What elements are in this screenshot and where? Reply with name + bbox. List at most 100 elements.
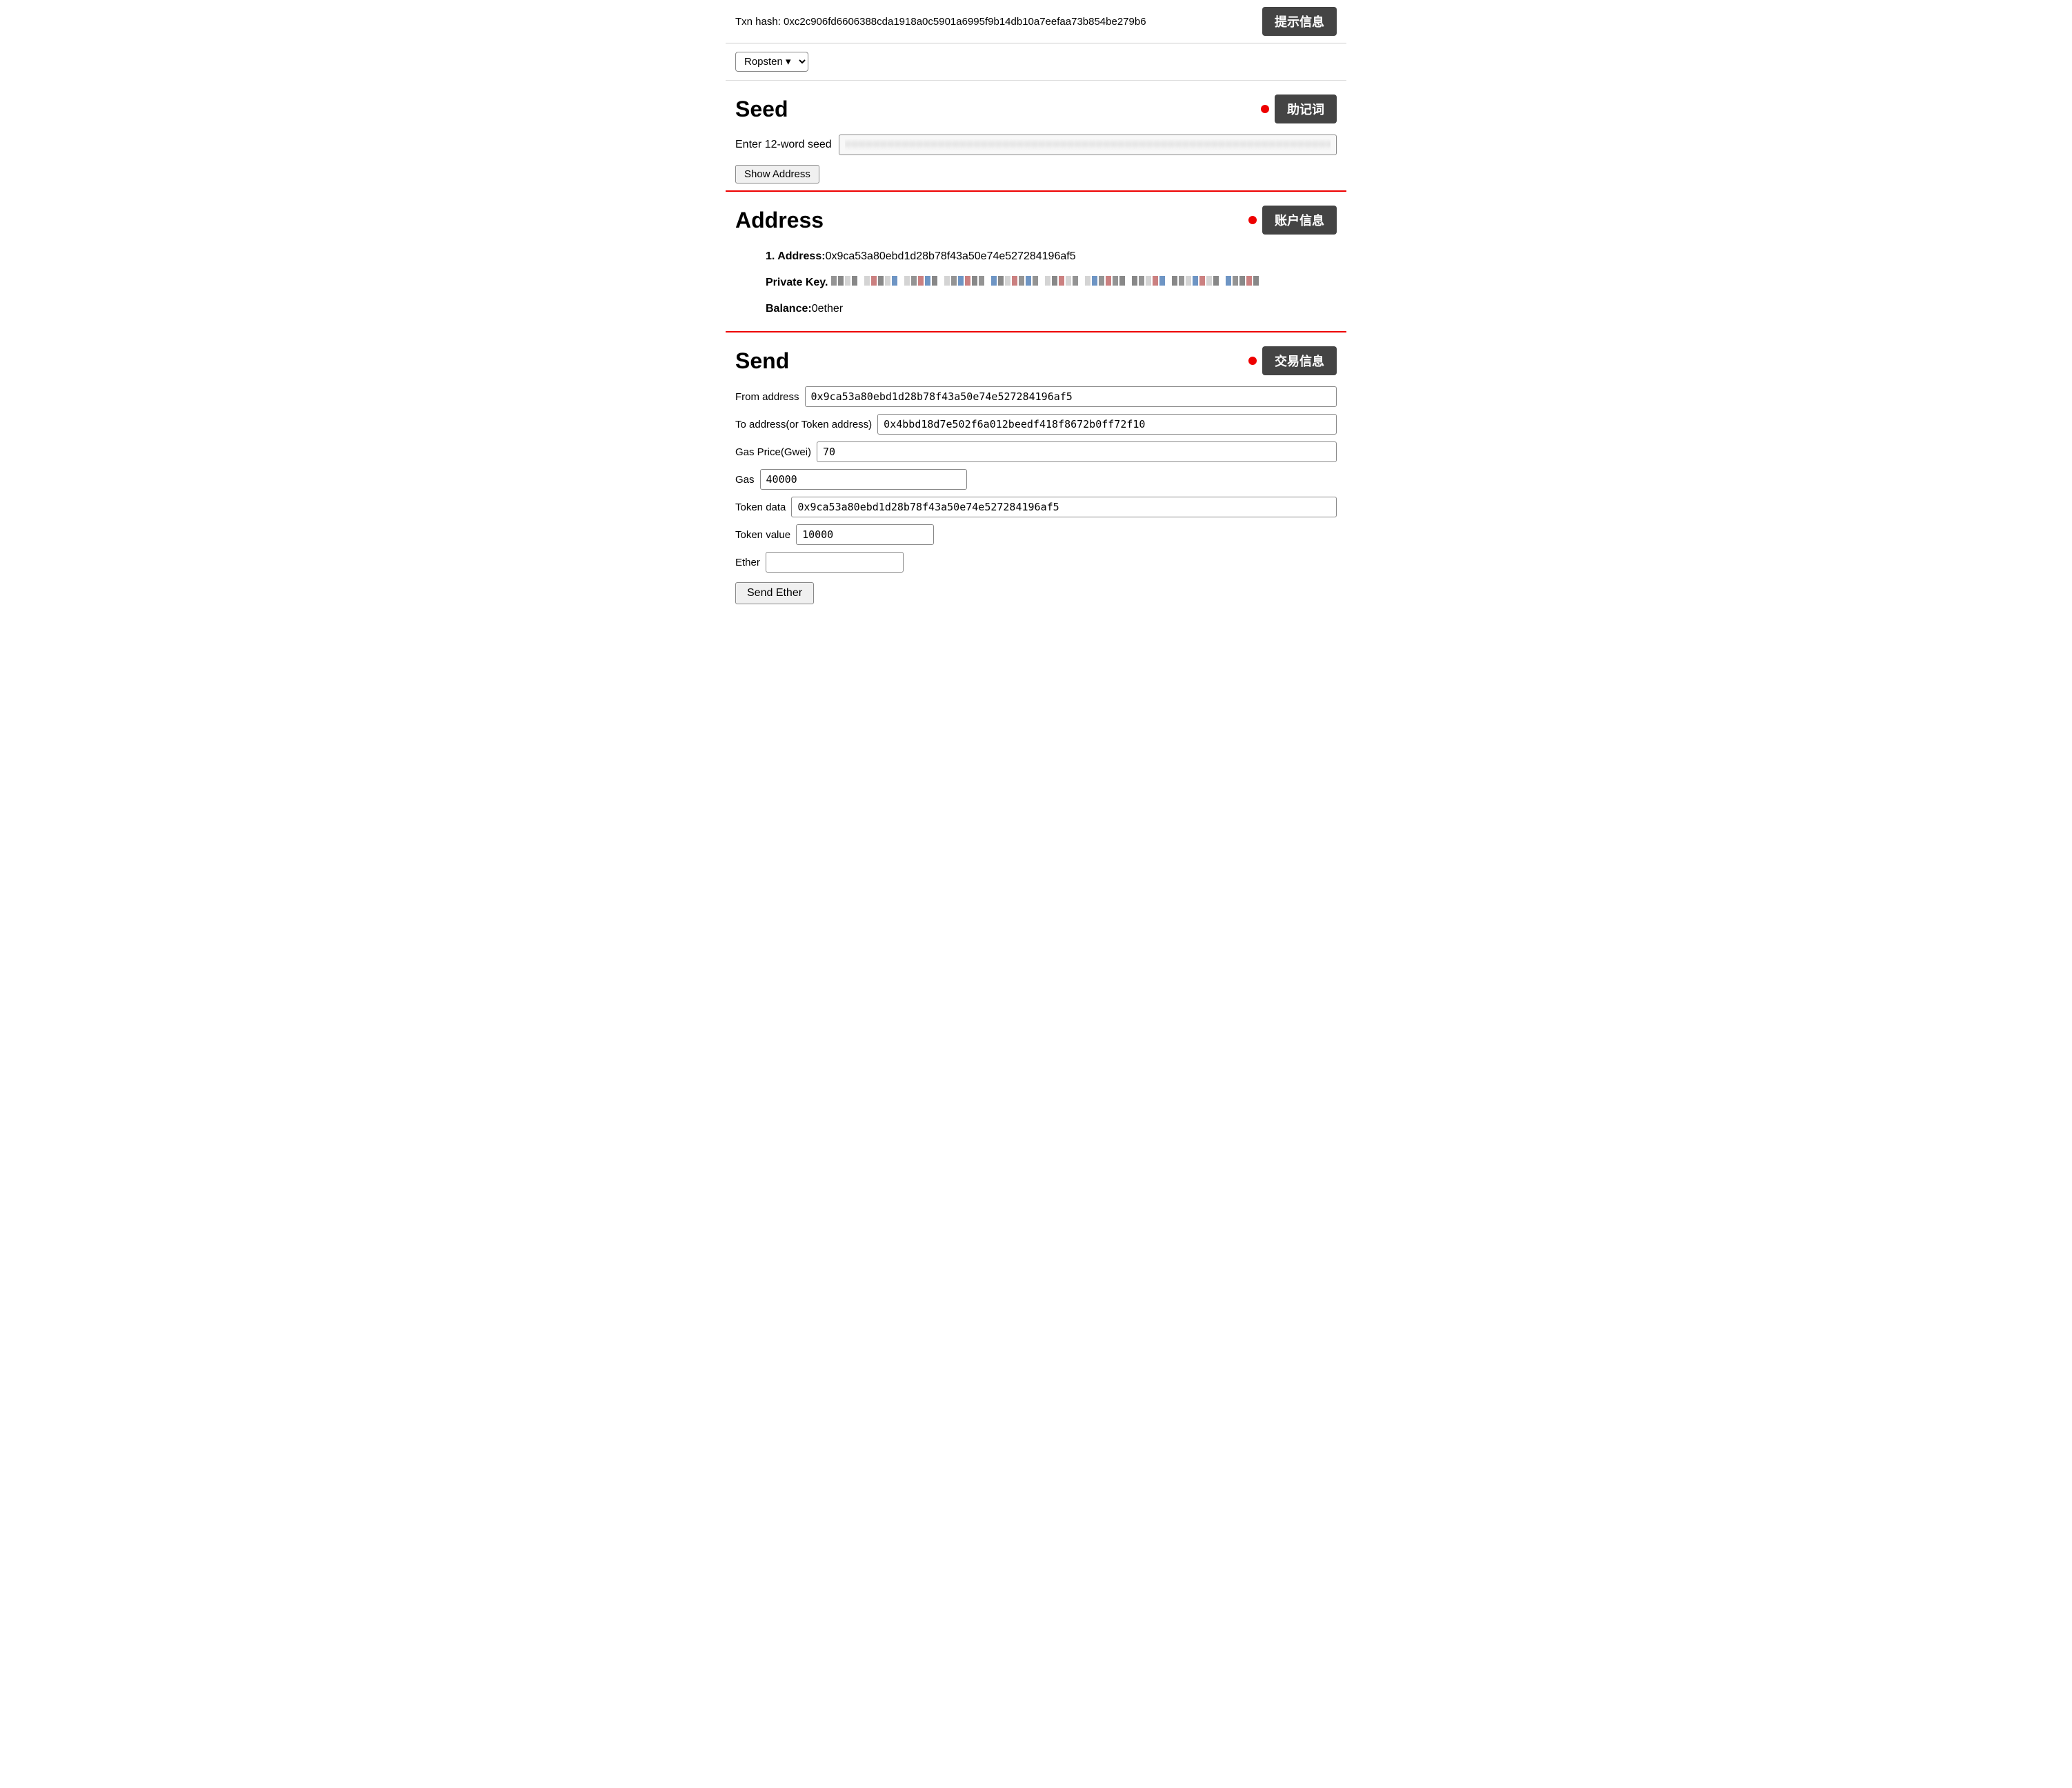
token-value-label: Token value	[735, 529, 790, 541]
pk-pixel	[864, 276, 870, 286]
pk-pixel	[1253, 276, 1259, 286]
pk-pixel	[1132, 276, 1137, 286]
pk-pixel	[1092, 276, 1097, 286]
pk-pixel	[1106, 276, 1111, 286]
pk-pixel	[991, 276, 997, 286]
address-section-header: Address 账户信息	[735, 206, 1337, 235]
seed-red-dot	[1261, 105, 1269, 113]
pk-pixel	[1159, 276, 1165, 286]
pk-pixel	[1073, 276, 1078, 286]
pk-pixel	[1059, 276, 1064, 286]
pk-pixel	[972, 276, 977, 286]
pk-pixel	[852, 276, 857, 286]
pk-pixel	[1172, 276, 1177, 286]
private-key-line: Private Key.	[766, 272, 1337, 294]
pk-pixel	[878, 276, 884, 286]
pk-pixel	[1206, 276, 1212, 286]
pk-pixel	[1193, 276, 1198, 286]
balance-value: 0ether	[812, 303, 843, 315]
pk-pixel	[871, 276, 877, 286]
pk-pixel	[1026, 276, 1031, 286]
send-form: From address To address(or Token address…	[735, 386, 1337, 604]
pk-pixel	[958, 276, 964, 286]
pk-pixel	[1213, 276, 1219, 286]
pk-pixel	[885, 276, 890, 286]
address-title: Address	[735, 208, 824, 233]
address-number-line: 1. Address:0x9ca53a80ebd1d28b78f43a50e74…	[766, 246, 1337, 268]
pk-pixel	[1085, 276, 1090, 286]
pk-pixel	[1246, 276, 1252, 286]
private-key-label: Private Key.	[766, 277, 828, 288]
pk-pixel	[1186, 276, 1191, 286]
send-red-dot	[1248, 357, 1257, 365]
send-title: Send	[735, 348, 789, 374]
seed-input-label: Enter 12-word seed	[735, 139, 832, 151]
gas-input[interactable]	[760, 469, 967, 490]
pk-pixel	[1066, 276, 1071, 286]
network-select[interactable]: Ropsten ▾	[735, 52, 808, 72]
token-data-input[interactable]	[791, 497, 1337, 517]
tooltip-badge: 提示信息	[1262, 7, 1337, 36]
gas-row: Gas	[735, 469, 1337, 490]
gas-price-input[interactable]	[817, 441, 1337, 462]
to-address-input[interactable]	[877, 414, 1337, 435]
pk-pixel	[838, 276, 844, 286]
address-value: 0x9ca53a80ebd1d28b78f43a50e74e527284196a…	[826, 250, 1076, 262]
ether-input[interactable]	[766, 552, 904, 573]
pk-pixel	[1153, 276, 1158, 286]
private-key-visual	[831, 276, 1259, 286]
seed-badge: 助记词	[1275, 95, 1337, 123]
ether-label: Ether	[735, 557, 760, 568]
pk-pixel	[1012, 276, 1017, 286]
pk-pixel	[1199, 276, 1205, 286]
address-section: Address 账户信息 1. Address:0x9ca53a80ebd1d2…	[726, 192, 1346, 332]
pk-pixel	[1226, 276, 1231, 286]
token-value-row: Token value	[735, 524, 1337, 545]
send-section-header: Send 交易信息	[735, 346, 1337, 375]
address-label: Address:	[777, 250, 825, 262]
pk-pixel	[918, 276, 924, 286]
pk-pixel	[1119, 276, 1125, 286]
send-ether-button[interactable]: Send Ether	[735, 582, 814, 604]
pk-pixel	[1033, 276, 1038, 286]
pk-pixel	[944, 276, 950, 286]
seed-input-row: Enter 12-word seed	[735, 135, 1337, 155]
pk-pixel	[911, 276, 917, 286]
pk-pixel	[1099, 276, 1104, 286]
address-badge: 账户信息	[1262, 206, 1337, 235]
pk-pixel	[1052, 276, 1057, 286]
send-badge: 交易信息	[1262, 346, 1337, 375]
pk-pixel	[1179, 276, 1184, 286]
pk-pixel	[979, 276, 984, 286]
gas-price-label: Gas Price(Gwei)	[735, 446, 811, 458]
pk-pixel	[932, 276, 937, 286]
balance-label: Balance:	[766, 303, 812, 315]
gas-price-row: Gas Price(Gwei)	[735, 441, 1337, 462]
pk-pixel	[951, 276, 957, 286]
pk-pixel	[831, 276, 837, 286]
balance-line: Balance:0ether	[766, 298, 1337, 320]
token-value-input[interactable]	[796, 524, 934, 545]
pk-pixel	[1239, 276, 1245, 286]
seed-input[interactable]	[839, 135, 1337, 155]
network-row: Ropsten ▾	[726, 43, 1346, 81]
send-badge-wrapper: 交易信息	[1248, 346, 1337, 375]
from-address-row: From address	[735, 386, 1337, 407]
send-section: Send 交易信息 From address To address(or Tok…	[726, 332, 1346, 611]
pk-pixel	[845, 276, 850, 286]
pk-pixel	[1139, 276, 1144, 286]
ether-row: Ether	[735, 552, 1337, 573]
pk-pixel	[1019, 276, 1024, 286]
txn-bar: Txn hash: 0xc2c906fd6606388cda1918a0c590…	[726, 0, 1346, 43]
address-item: 1. Address:0x9ca53a80ebd1d28b78f43a50e74…	[749, 246, 1337, 320]
from-address-input[interactable]	[805, 386, 1337, 407]
seed-badge-wrapper: 助记词	[1261, 95, 1337, 123]
show-address-button[interactable]: Show Address	[735, 165, 819, 183]
pk-pixel	[1005, 276, 1010, 286]
pk-pixel	[892, 276, 897, 286]
address-number: 1.	[766, 250, 777, 262]
from-address-label: From address	[735, 391, 799, 403]
to-address-label: To address(or Token address)	[735, 419, 872, 430]
pk-pixel	[1113, 276, 1118, 286]
pk-pixel	[925, 276, 930, 286]
